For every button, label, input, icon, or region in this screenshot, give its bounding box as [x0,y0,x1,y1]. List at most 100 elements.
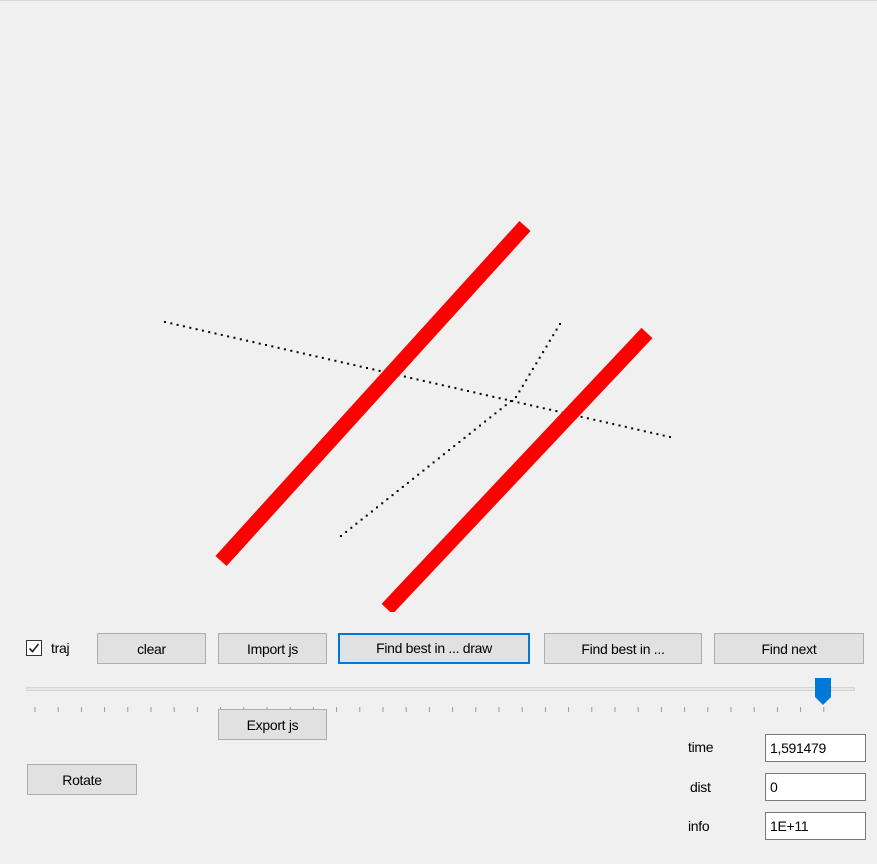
trajectory-dot [283,348,286,351]
trajectory-dot [176,323,179,326]
find-best-button[interactable]: Find best in ... [544,633,702,664]
trajectory-dot [473,391,476,394]
trajectory-dot [220,333,223,336]
trajectory-dot [552,334,555,337]
import-js-button[interactable]: Import js [218,633,327,664]
trajectory-dot [401,485,404,488]
trajectory-dot [406,481,409,484]
trajectory-dot [381,502,384,505]
trajectory-dot [365,514,368,517]
trajectory-dot [360,518,363,521]
trajectory-dot [599,420,602,423]
trajectory-dot [559,323,561,325]
trajectory-dot [309,354,312,357]
trajectory-dot [429,381,432,384]
dist-field[interactable]: 0 [765,773,866,801]
export-js-button[interactable]: Export js [218,709,327,740]
trajectory-dot [378,369,381,372]
trajectory-dot [417,473,420,476]
trajectory-dot [340,535,342,537]
trajectory-dot [353,364,356,367]
trajectory-dot [531,367,534,370]
trajectory-dot [504,398,507,401]
trajectory-dot [549,408,552,411]
trajectory-dot [555,410,558,413]
trajectory-dot [435,382,438,385]
trajectory-dot [498,397,501,400]
time-field[interactable]: 1,591479 [765,734,866,762]
trajectory-dot [441,384,444,387]
trajectory-dot [265,344,267,346]
trajectory-dot [509,400,512,403]
trajectory-dot [492,395,495,398]
trajectory-dot [195,328,198,331]
trajectory-dot [403,375,406,378]
trajectory-dot [460,388,463,391]
trajectory-dot [410,377,413,380]
trajectory-dot [499,408,502,411]
trajectory-dot [545,345,548,348]
trajectory-dot [479,424,481,427]
trajectory-dot [473,428,476,431]
rotate-button[interactable]: Rotate [27,764,137,795]
trajectory-dot [468,432,471,435]
trajectory-dot [164,321,166,323]
trajectory-dot [542,351,545,354]
trajectory-dot [467,390,469,392]
trajectory-dot [605,421,608,424]
trajectory-dot [208,331,211,334]
time-slider-track[interactable] [26,687,855,691]
trajectory-dot [448,385,451,388]
find-next-button[interactable]: Find next [714,633,864,664]
red-segment-right [381,327,653,612]
trajectory-dot [535,362,538,365]
trajectory-dot [170,322,173,325]
trajectory-dot [612,423,615,426]
trajectory-dot [258,342,261,345]
trajectory-dot [321,356,324,359]
trajectory-dot [189,326,192,329]
trajectory-dot [448,449,451,452]
traj-checkbox-box[interactable] [26,640,42,656]
trajectory-dot [485,394,488,397]
time-label: time [688,739,714,755]
trajectory-dot [416,378,419,381]
trajectory-dot [580,415,583,418]
trajectory-dot [489,416,492,419]
drawing-canvas[interactable] [0,0,877,612]
trajectory-dot [427,465,430,468]
find-best-draw-button[interactable]: Find best in ... draw [338,633,530,664]
trajectory-dot [386,498,389,501]
dist-label: dist [690,779,711,795]
trajectory-dot [359,365,362,368]
trajectory-dot [334,359,337,362]
clear-button[interactable]: clear [97,633,206,664]
trajectory-dot [201,329,204,332]
trajectory-dot [538,356,541,359]
trajectory-dot [650,431,653,434]
trajectory-dot [593,418,596,421]
trajectory-dot [463,436,466,439]
trajectory-dot [227,335,230,338]
trajectory-dot [548,339,551,342]
trajectory-dot [315,355,318,358]
trajectory-dot [479,392,482,395]
trajectory-dot [277,346,280,349]
trajectory-dot [391,494,394,497]
time-slider-thumb[interactable] [814,677,832,707]
trajectory-dot [631,427,634,430]
trajectory-dot [296,351,299,354]
trajectory-dot [370,510,373,513]
trajectory-dot [518,390,521,393]
trajectory-dot [182,325,185,328]
trajectory-dot [233,336,236,339]
trajectory-dot [662,434,665,437]
traj-checkbox-label: traj [51,640,70,656]
trajectory-dot [517,401,520,404]
trajectory-dot [458,441,461,443]
trajectory-dot [624,425,627,428]
checkmark-icon [28,643,40,653]
trajectory-dot [586,417,589,420]
trajectory-dot [618,424,621,427]
info-field[interactable]: 1E+11 [765,812,866,840]
